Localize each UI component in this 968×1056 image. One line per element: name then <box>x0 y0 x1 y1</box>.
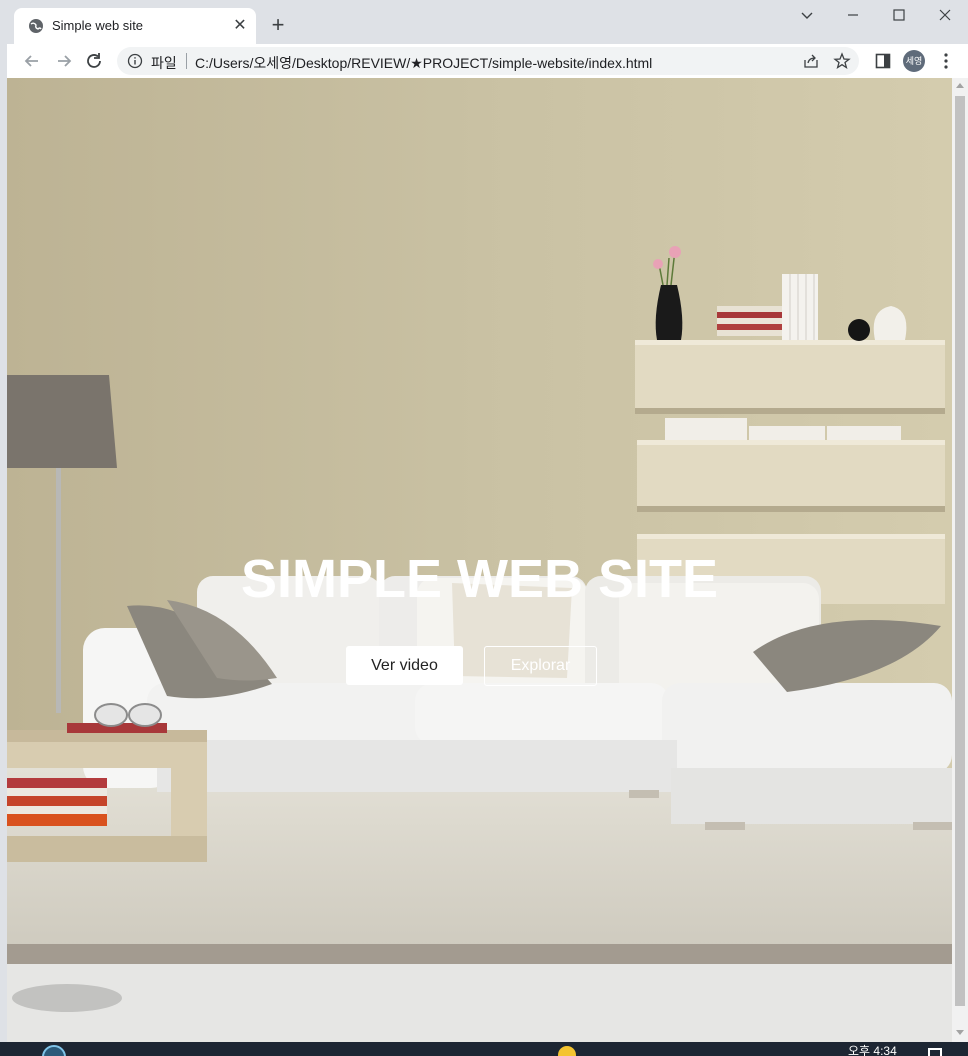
hero-button-group: Ver video Explorar <box>7 646 952 686</box>
hero-title: SIMPLE WEB SITE <box>240 549 719 609</box>
tab-close-icon[interactable]: ✕ <box>231 17 249 35</box>
back-arrow-icon[interactable] <box>21 50 43 72</box>
notification-icon[interactable] <box>928 1048 942 1056</box>
close-icon <box>939 9 951 21</box>
os-taskbar: 오후 4:34 <box>0 1042 968 1056</box>
browser-window: Simple web site ✕ + 파일 C:/Users/오세영/Desk… <box>0 0 968 1042</box>
share-icon[interactable] <box>803 53 819 69</box>
scrollbar-thumb[interactable] <box>955 96 965 1006</box>
emoji-icon[interactable] <box>558 1046 576 1056</box>
address-bar[interactable]: 파일 C:/Users/오세영/Desktop/REVIEW/★PROJECT/… <box>117 47 859 75</box>
side-panel-icon[interactable] <box>875 53 891 69</box>
star-icon[interactable] <box>833 52 851 70</box>
minimize-button[interactable] <box>830 4 876 28</box>
maximize-icon <box>893 9 905 21</box>
minimize-icon <box>848 14 858 16</box>
explore-button[interactable]: Explorar <box>484 646 597 686</box>
url-scheme-label: 파일 <box>151 55 177 71</box>
taskbar-clock[interactable]: 오후 4:34 <box>848 1042 897 1056</box>
browser-toolbar: 파일 C:/Users/오세영/Desktop/REVIEW/★PROJECT/… <box>7 44 968 78</box>
watch-video-button[interactable]: Ver video <box>346 646 463 685</box>
globe-icon <box>29 19 43 33</box>
browser-tab[interactable]: Simple web site ✕ <box>14 8 256 44</box>
omnibox-divider <box>186 53 187 69</box>
kebab-menu-icon[interactable] <box>939 52 953 70</box>
profile-avatar[interactable]: 세영 <box>903 50 925 72</box>
scroll-up-arrow-icon[interactable] <box>956 83 964 88</box>
scroll-down-arrow-icon[interactable] <box>956 1030 964 1035</box>
new-tab-button[interactable]: + <box>266 14 290 38</box>
taskbar-app-icon[interactable] <box>42 1045 66 1056</box>
tab-search-button[interactable] <box>784 4 830 28</box>
tab-title: Simple web site <box>52 18 144 33</box>
page-scrollbar[interactable] <box>952 78 968 1042</box>
page-viewport: SIMPLE WEB SITE Ver video Explorar <box>7 78 952 1042</box>
maximize-button[interactable] <box>876 4 922 28</box>
url-text[interactable]: C:/Users/오세영/Desktop/REVIEW/★PROJECT/sim… <box>195 53 652 73</box>
info-icon[interactable] <box>127 53 143 69</box>
chevron-down-icon <box>801 12 813 19</box>
close-window-button[interactable] <box>922 4 968 28</box>
reload-icon[interactable] <box>83 50 105 72</box>
forward-arrow-icon[interactable] <box>53 50 75 72</box>
tab-strip: Simple web site ✕ + <box>0 0 968 44</box>
